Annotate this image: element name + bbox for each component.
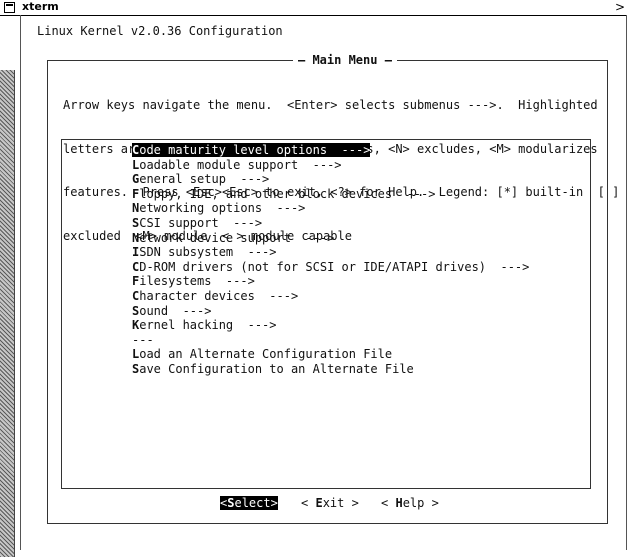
menu-item-character-devices[interactable]: Character devices ---> — [132, 289, 529, 304]
menu-item-label: ave Configuration to an Alternate File — [139, 361, 414, 376]
main-menu-dialog: — Main Menu — Arrow keys navigate the me… — [47, 52, 619, 524]
menu-item-networking-options[interactable]: Networking options ---> — [132, 201, 529, 216]
menu-item-label: eneral setup ---> — [139, 172, 270, 187]
menu-item-label: D-ROM drivers (not for SCSI or IDE/ATAPI… — [139, 259, 530, 274]
menu-item-network-device[interactable]: Network device support ---> — [132, 231, 529, 246]
window-title: xterm — [22, 0, 59, 13]
menu-item-save-config[interactable]: Save Configuration to an Alternate File — [132, 362, 529, 377]
menu-item-load-config[interactable]: Load an Alternate Configuration File — [132, 347, 529, 362]
menu-item-label: oadable module support ---> — [139, 157, 342, 172]
menu-item-label: CSI support ---> — [139, 215, 263, 230]
help-button-hotkey: H — [395, 496, 403, 510]
menu-item-general-setup[interactable]: General setup ---> — [132, 172, 529, 187]
help-button[interactable]: < Help > — [381, 495, 439, 511]
menu-item-label: oad an Alternate Configuration File — [139, 347, 393, 362]
menu-item-block-devices[interactable]: Floppy, IDE, and other block devices ---… — [132, 187, 529, 202]
exit-button-bracket: < — [301, 496, 316, 510]
menu-separator: --- — [132, 333, 529, 348]
window-edge-icon[interactable]: > — [615, 0, 625, 14]
exit-button-label: xit > — [322, 496, 359, 510]
menu-item-cdrom-drivers[interactable]: CD-ROM drivers (not for SCSI or IDE/ATAP… — [132, 260, 529, 275]
menu-item-label: SDN subsystem ---> — [139, 245, 277, 260]
dialog-title-text: Main Menu — [312, 53, 378, 67]
menu-item-highlight: Code maturity level options ---> — [132, 143, 371, 157]
menu-item-label: etworking options ---> — [139, 201, 306, 216]
help-button-bracket: < — [381, 496, 396, 510]
menu-item-label: loppy, IDE, and other block devices ---> — [139, 186, 436, 201]
menu-item-label: ode maturity level options ---> — [139, 143, 371, 157]
menu-item-label: ilesystems ---> — [139, 274, 255, 289]
dialog-title: — Main Menu — — [293, 52, 397, 68]
menu-item-label: ernel hacking ---> — [139, 318, 277, 333]
menu-item-code-maturity[interactable]: Code maturity level options ---> — [132, 143, 529, 158]
menu-item-kernel-hacking[interactable]: Kernel hacking ---> — [132, 318, 529, 333]
exit-button-hotkey: E — [315, 496, 323, 510]
help-line: Arrow keys navigate the menu. <Enter> se… — [63, 98, 598, 112]
exit-button[interactable]: < Exit > — [301, 495, 359, 511]
select-button[interactable]: <Select> — [220, 495, 278, 511]
menu-item-sound[interactable]: Sound ---> — [132, 304, 529, 319]
select-button-highlight: <Select> — [220, 496, 278, 510]
screen-title: Linux Kernel v2.0.36 Configuration — [37, 24, 283, 38]
menu-item-label: haracter devices ---> — [139, 288, 299, 303]
window-titlebar[interactable]: xterm > — [0, 0, 627, 16]
menu-item-filesystems[interactable]: Filesystems ---> — [132, 274, 529, 289]
window-menu-icon[interactable] — [4, 2, 15, 13]
help-button-label: elp > — [402, 496, 439, 510]
menu-item-label: ound ---> — [139, 303, 212, 318]
menu-item-label: --- — [132, 332, 154, 347]
select-button-label: elect> — [234, 496, 278, 510]
terminal-scrollbar[interactable] — [0, 70, 15, 557]
menu-item-isdn[interactable]: ISDN subsystem ---> — [132, 245, 529, 260]
menu-box: Code maturity level options ---> Loadabl… — [61, 139, 591, 489]
menu-item-label: etwork device support ---> — [139, 230, 335, 245]
menu-item-loadable-module[interactable]: Loadable module support ---> — [132, 158, 529, 173]
menu-list: Code maturity level options ---> Loadabl… — [132, 143, 529, 377]
button-row: <Select> < Exit > < Help > — [48, 495, 607, 513]
menu-item-scsi-support[interactable]: SCSI support ---> — [132, 216, 529, 231]
